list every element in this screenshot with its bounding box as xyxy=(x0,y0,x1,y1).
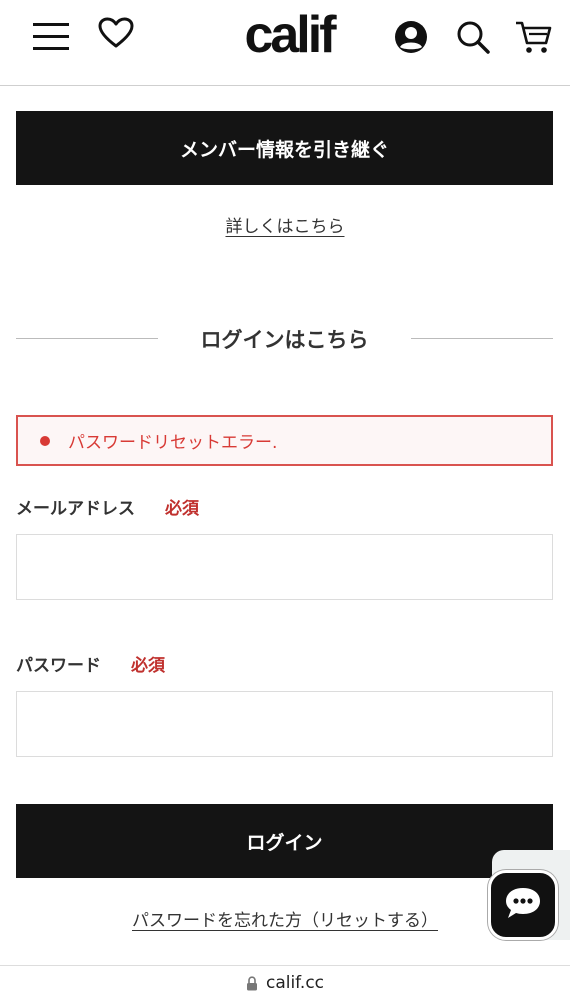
chat-icon xyxy=(503,885,543,925)
url-text: calif.cc xyxy=(265,973,325,993)
browser-url-bar[interactable]: calif.cc xyxy=(0,965,570,1000)
forgot-password-link[interactable]: パスワードを忘れた方（リセットする） xyxy=(0,906,570,931)
error-alert: パスワードリセットエラー. xyxy=(16,415,553,466)
email-field-box xyxy=(16,534,553,600)
password-label: パスワード xyxy=(16,656,101,676)
search-icon[interactable] xyxy=(453,18,493,56)
member-transfer-button[interactable]: メンバー情報を引き継ぐ xyxy=(16,111,553,185)
password-required-badge: 必須 xyxy=(131,656,165,676)
password-field[interactable] xyxy=(17,692,552,756)
site-header: calif xyxy=(0,0,570,86)
cart-icon[interactable] xyxy=(512,18,554,56)
login-section-header: ログインはこちら xyxy=(16,318,553,358)
password-field-box xyxy=(16,691,553,757)
email-required-badge: 必須 xyxy=(165,499,199,519)
details-link[interactable]: 詳しくはこちら xyxy=(0,212,570,237)
email-field[interactable] xyxy=(17,535,552,599)
site-logo[interactable]: calif xyxy=(233,9,345,61)
menu-icon[interactable] xyxy=(30,18,72,56)
lock-icon xyxy=(246,975,258,991)
login-button[interactable]: ログイン xyxy=(16,804,553,878)
error-bullet-icon xyxy=(40,435,50,446)
password-label-row: パスワード 必須 xyxy=(16,651,165,676)
divider-right xyxy=(411,338,553,339)
account-icon[interactable] xyxy=(392,18,430,56)
email-label: メールアドレス xyxy=(16,499,135,519)
error-message: パスワードリセットエラー. xyxy=(68,433,278,453)
email-label-row: メールアドレス 必須 xyxy=(16,494,199,519)
chat-button[interactable] xyxy=(488,870,558,940)
login-section-title: ログインはこちら xyxy=(200,328,369,352)
heart-icon[interactable] xyxy=(96,14,136,52)
